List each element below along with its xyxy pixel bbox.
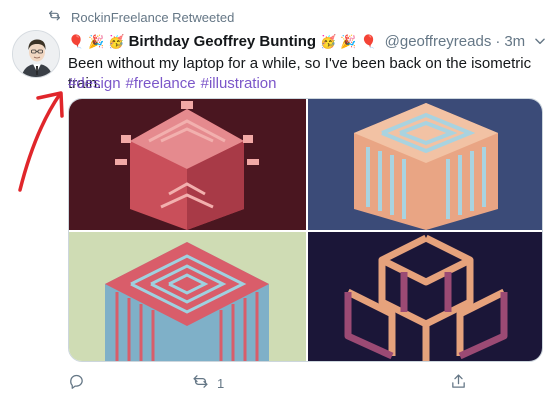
reply-icon	[68, 373, 85, 393]
party-popper-emoji: 🎉	[340, 33, 357, 49]
party-face-emoji: 🥳	[320, 33, 337, 49]
author-handle[interactable]: @geoffreyreads	[385, 33, 492, 50]
avatar-portrait-icon	[13, 31, 59, 77]
share-button[interactable]	[450, 373, 467, 393]
reply-button[interactable]	[68, 373, 85, 393]
tweet-action-bar: 1	[68, 372, 479, 394]
media-image-green-isometric[interactable]	[69, 232, 306, 361]
retweet-icon	[192, 373, 209, 393]
retweet-icon	[48, 9, 61, 25]
share-icon	[450, 373, 467, 393]
tweet-header: 🎈 🎉 🥳 Birthday Geoffrey Bunting 🥳 🎉 🎈 @g…	[68, 30, 529, 52]
retweet-context[interactable]: RockinFreelance Retweeted	[48, 8, 234, 26]
balloon-emoji: 🎈	[68, 33, 85, 49]
media-grid	[68, 98, 543, 362]
author-name[interactable]: Birthday Geoffrey Bunting	[129, 33, 317, 50]
hashtag-link[interactable]: #freelance	[126, 74, 196, 94]
retweet-context-text: RockinFreelance Retweeted	[71, 9, 235, 25]
party-face-emoji: 🥳	[108, 33, 125, 49]
media-image-red-isometric[interactable]	[69, 99, 306, 230]
hashtag-link[interactable]: #design	[68, 74, 121, 94]
party-popper-emoji: 🎉	[88, 33, 105, 49]
media-image-blue-isometric[interactable]	[308, 99, 542, 230]
hashtag-link[interactable]: #illustration	[201, 74, 277, 94]
media-image-navy-isometric[interactable]	[308, 232, 542, 361]
hashtag-list: #design #freelance #illustration	[68, 74, 276, 94]
retweet-button[interactable]: 1	[192, 373, 224, 393]
avatar[interactable]	[12, 30, 60, 78]
annotation-arrow-icon	[18, 91, 64, 192]
more-options-chevron-icon[interactable]	[533, 34, 547, 48]
separator-dot: ·	[495, 32, 501, 50]
tweet-timestamp[interactable]: 3m	[504, 33, 525, 50]
retweet-count: 1	[217, 375, 225, 391]
balloon-emoji: 🎈	[360, 33, 377, 49]
